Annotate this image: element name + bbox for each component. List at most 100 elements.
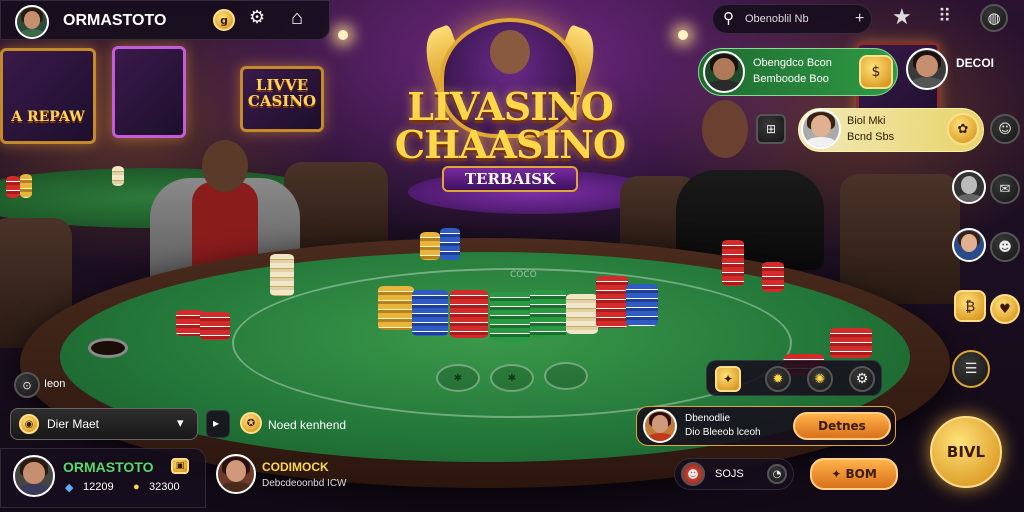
side-avatar-1[interactable] (952, 170, 986, 204)
chip-left-icon[interactable]: ⊙ (14, 372, 40, 398)
level-badge-icon: ▣ (171, 458, 189, 474)
player-card-1-avatar (703, 51, 745, 93)
bet-spot[interactable]: ✱ (490, 364, 534, 392)
chip-stack (6, 176, 20, 198)
action-tray: ✦ ✹ ✺ ⚙ (706, 360, 882, 396)
opponent-name: CODIMOCK (262, 460, 329, 474)
search-add-button[interactable]: + (855, 10, 864, 28)
chip-stack (830, 328, 872, 358)
notification-button[interactable]: Detnes (793, 412, 891, 440)
star-icon[interactable]: ★ (892, 4, 912, 30)
settings-alt-icon[interactable]: ✺ (807, 366, 833, 392)
logo-banner: TERBAISK (442, 166, 578, 192)
dropdown-label: Dier Maet (47, 417, 100, 431)
logo-host-portrait (490, 30, 530, 74)
player-avatar[interactable] (15, 5, 49, 39)
chip-stack (412, 290, 448, 336)
coin-icon[interactable]: g (213, 9, 235, 31)
logo-line2: CHAASINO (394, 122, 626, 167)
chip-stack (440, 228, 460, 260)
wall-sign-line2: CASINO (247, 92, 317, 110)
chat-icon[interactable]: ☺ (990, 114, 1020, 144)
opponent-avatar-bottom[interactable] (216, 454, 256, 494)
bet-spot[interactable] (544, 362, 588, 390)
casino-logo: LIVASINO CHAASINO TERBAISK (392, 18, 628, 194)
player-card-2[interactable]: Biol Mki Bcnd Sbs ✿ (798, 108, 984, 152)
stage-light (338, 30, 348, 40)
wall-sign-line1: LIVVE (255, 76, 309, 94)
mode-icon[interactable]: ✪ (240, 412, 262, 434)
gift-icon[interactable]: ✿ (947, 113, 979, 145)
globe-icon[interactable]: ◍ (980, 4, 1008, 32)
wall-sign-left: A REPAW (0, 48, 96, 144)
notification-card: Dbenodlie Dio Bleeob lceoh Detnes (636, 406, 896, 446)
chip-stack (722, 240, 744, 286)
bom-button[interactable]: ✦ BOM (810, 458, 898, 490)
message-icon[interactable]: ✉ (990, 174, 1020, 204)
opponent-subtitle: Debcdeoonbd ICW (262, 478, 347, 489)
side-avatar-2[interactable] (952, 228, 986, 262)
wall-sign-promo (112, 46, 186, 138)
arrow-right-icon: ▸ (213, 416, 220, 430)
chair (840, 174, 960, 304)
gear-small-icon[interactable]: ⚙ (849, 366, 875, 392)
chip-stack (762, 262, 784, 292)
player-card-1-title: Obengdco Bcon (753, 57, 832, 69)
bet-spot[interactable]: ✱ (436, 364, 480, 392)
heart-icon[interactable]: ♥ (990, 294, 1020, 324)
sun-icon[interactable]: ✹ (765, 366, 791, 392)
stage-light (678, 30, 688, 40)
notification-button-label: Detnes (818, 419, 866, 433)
bom-label: BOM (845, 467, 877, 481)
notification-avatar (643, 409, 677, 443)
felt-betting-line (232, 268, 792, 418)
mask-icon: ☻ (681, 462, 705, 486)
search-input[interactable]: Obenoblil Nb (745, 13, 809, 25)
gear-icon[interactable]: ⚙ (249, 7, 265, 28)
search-bar[interactable]: ⚲ Obenoblil Nb + (712, 4, 872, 34)
bottom-stat1: 12209 (83, 481, 114, 493)
bet-spot-label: ✱ (507, 372, 517, 384)
chip-stack (270, 254, 294, 296)
big-action-button[interactable]: BIVL (930, 416, 1002, 488)
diamond-icon: ◆ (65, 482, 74, 494)
chip-stack (200, 312, 230, 340)
player-woman-head (702, 100, 748, 158)
sojs-label: SOJS (715, 468, 744, 480)
bottom-stat2: 32300 (149, 481, 180, 493)
opponent-label-top: DECOI (956, 56, 995, 70)
player-name: ORMASTOTO (63, 12, 167, 29)
arrow-button[interactable]: ▸ (206, 410, 230, 438)
bet-spot-label: ✱ (453, 372, 463, 384)
bonus-icon[interactable]: ₿ (954, 290, 986, 322)
bet-dropdown[interactable]: ◉ Dier Maet ▾ (10, 408, 198, 440)
wall-sign-left-text: A REPAW (11, 109, 85, 125)
notification-line2: Dio Bleeob lceoh (685, 427, 761, 438)
deal-icon[interactable]: ✦ (715, 366, 741, 392)
chip-stack (490, 292, 530, 342)
bom-star-icon: ✦ (831, 467, 846, 481)
grid-icon[interactable]: ⠿ (938, 6, 951, 27)
player-card-2-title: Biol Mki (847, 115, 886, 127)
bottom-player-avatar[interactable] (13, 455, 55, 497)
chip-stack (596, 276, 628, 328)
wall-sign-center: LIVVE CASINO (240, 66, 324, 132)
opponent-avatar-top[interactable] (906, 48, 948, 90)
mode-label: Noed kenhend (268, 418, 347, 432)
player-man-head (202, 140, 248, 192)
player-card-1-subtitle: Bemboode Boo (753, 73, 829, 85)
player-card-2-subtitle: Bcnd Sbs (847, 131, 895, 143)
player-card-2-avatar (801, 109, 841, 149)
friends-icon[interactable]: ☻ (990, 232, 1020, 262)
dropdown-chip-icon: ◉ (19, 414, 39, 434)
timer-icon: ◔ (767, 464, 787, 484)
cards-icon[interactable]: ⊞ (756, 114, 786, 144)
home-icon[interactable]: ⌂ (291, 7, 303, 30)
big-action-label: BIVL (946, 443, 986, 461)
player-card-1[interactable]: Obengdco Bcon Bemboode Boo $ (698, 48, 898, 96)
menu-icon[interactable]: ☰ (952, 350, 990, 388)
chip-stack (566, 294, 598, 334)
sojs-pill[interactable]: ☻ SOJS ◔ (674, 458, 794, 490)
notification-line1: Dbenodlie (685, 413, 731, 424)
chips-icon[interactable]: $ (859, 55, 893, 89)
